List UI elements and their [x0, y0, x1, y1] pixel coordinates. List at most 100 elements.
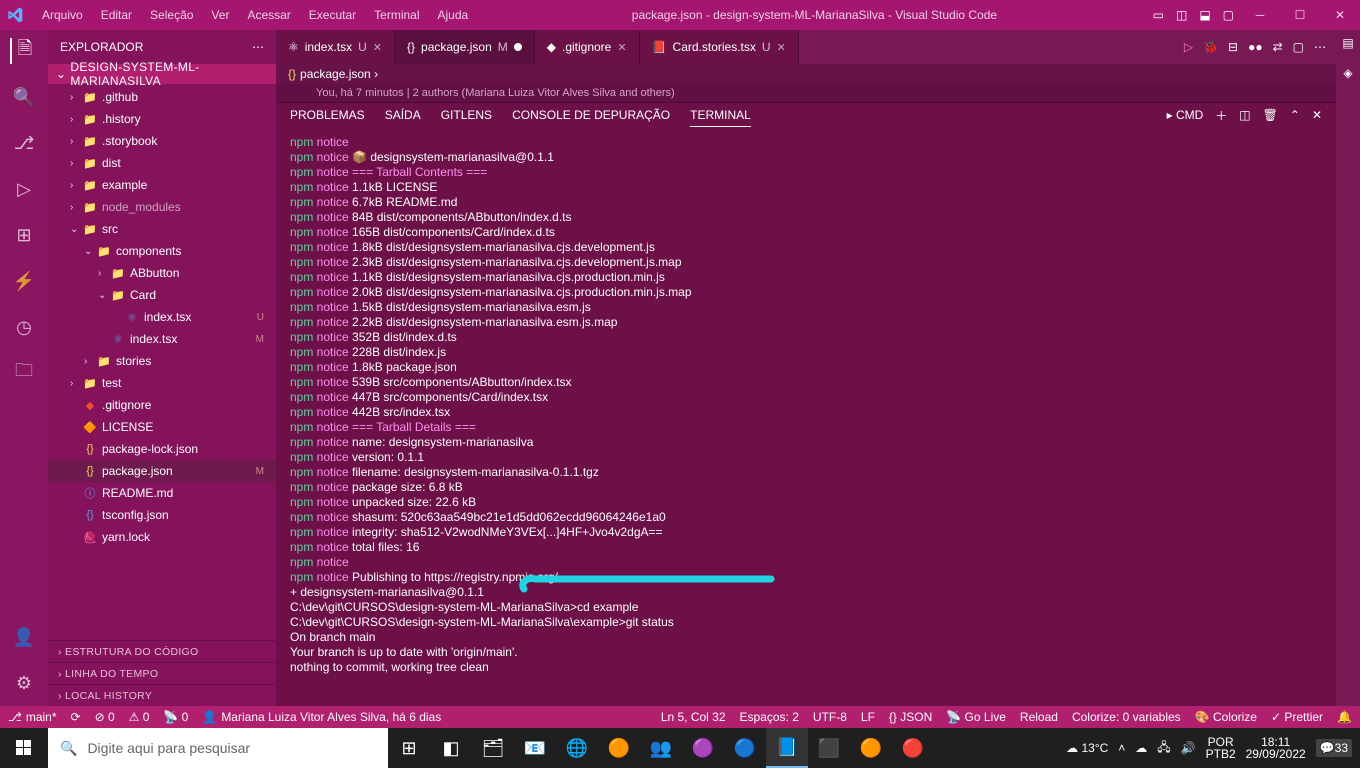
status-lang[interactable]: {} JSON: [889, 710, 932, 724]
tree-item[interactable]: {}tsconfig.json: [48, 504, 276, 526]
more-icon[interactable]: ⋯: [1314, 40, 1326, 54]
source-control-icon[interactable]: ⎇: [11, 130, 37, 156]
folder-icon[interactable]: 🗀: [11, 360, 37, 386]
status-spaces[interactable]: Espaços: 2: [740, 710, 799, 724]
layout-icon[interactable]: ◫: [1176, 8, 1187, 22]
status-branch[interactable]: ⎇ main*: [8, 710, 57, 724]
tree-item[interactable]: ⚛index.tsxU: [48, 306, 276, 328]
menu-editar[interactable]: Editar: [93, 4, 140, 26]
status-colorize2[interactable]: 🎨 Colorize: [1195, 710, 1257, 724]
more-icon[interactable]: ⋯: [252, 40, 264, 54]
editor-tab[interactable]: {}package.jsonM: [395, 30, 535, 64]
status-encoding[interactable]: UTF-8: [813, 710, 847, 724]
tree-item[interactable]: {}package-lock.json: [48, 438, 276, 460]
kill-terminal-icon[interactable]: 🗑: [1263, 108, 1278, 126]
menu-ver[interactable]: Ver: [203, 4, 237, 26]
tree-item[interactable]: ⚛index.tsxM: [48, 328, 276, 350]
sidebar-section[interactable]: › ESTRUTURA DO CÓDIGO: [48, 640, 276, 662]
settings-gear-icon[interactable]: ⚙: [11, 670, 37, 696]
edge-app-icon[interactable]: 🌐: [556, 728, 598, 768]
chrome-app-icon[interactable]: 🔵: [724, 728, 766, 768]
run-debug-icon[interactable]: ▷: [11, 176, 37, 202]
tray-lang[interactable]: PTB2: [1206, 748, 1236, 760]
sidebar-section[interactable]: › LINHA DO TEMPO: [48, 662, 276, 684]
status-eol[interactable]: LF: [861, 710, 875, 724]
new-terminal-icon[interactable]: ＋: [1215, 107, 1227, 128]
tree-item[interactable]: ⌄📁components: [48, 240, 276, 262]
tree-item[interactable]: ›📁.history: [48, 108, 276, 130]
tray-onedrive-icon[interactable]: ☁: [1135, 741, 1147, 755]
extensions-icon[interactable]: ⊞: [11, 222, 37, 248]
debug-icon[interactable]: 🐞: [1203, 40, 1218, 54]
status-golive[interactable]: 📡 Go Live: [946, 710, 1006, 724]
account-icon[interactable]: 👤: [11, 624, 37, 650]
diff-icon[interactable]: ⇄: [1273, 40, 1283, 54]
eclipse-app-icon[interactable]: 🟣: [682, 728, 724, 768]
editor-tab[interactable]: ⚛index.tsxU✕: [276, 30, 395, 64]
toggle-icon[interactable]: ●●: [1248, 40, 1263, 54]
menu-executar[interactable]: Executar: [301, 4, 364, 26]
preview-icon[interactable]: ▢: [1293, 40, 1304, 54]
workspace-root[interactable]: ⌄DESIGN-SYSTEM-ML-MARIANASILVA: [48, 64, 276, 84]
tree-item[interactable]: ›📁example: [48, 174, 276, 196]
panel-tab[interactable]: GITLENS: [441, 108, 492, 126]
layout-icon[interactable]: ▭: [1153, 8, 1164, 22]
taskbar-search[interactable]: 🔍 Digite aqui para pesquisar: [48, 728, 388, 768]
layout-icon[interactable]: ▢: [1223, 8, 1234, 22]
search-icon[interactable]: 🔍: [11, 84, 37, 110]
tray-chevron-icon[interactable]: ˄: [1118, 741, 1125, 755]
tree-item[interactable]: ›📁.github: [48, 86, 276, 108]
start-button[interactable]: [0, 728, 48, 768]
sidebar-section[interactable]: › LOCAL HISTORY: [48, 684, 276, 706]
tray-wifi-icon[interactable]: 🖧: [1157, 738, 1170, 759]
tree-item[interactable]: ⌄📁src: [48, 218, 276, 240]
tree-item[interactable]: ⓘREADME.md: [48, 482, 276, 504]
maximize-panel-icon[interactable]: ⌃: [1290, 108, 1300, 126]
status-reload[interactable]: Reload: [1020, 710, 1058, 724]
explorer-app-icon[interactable]: 🗂: [472, 728, 514, 768]
tree-item[interactable]: ›📁stories: [48, 350, 276, 372]
status-errors[interactable]: ⊘ 0: [95, 710, 115, 724]
maximize-button[interactable]: ☐: [1280, 0, 1320, 30]
vscode-app-icon[interactable]: 📘: [766, 728, 808, 768]
app-icon[interactable]: ◧: [430, 728, 472, 768]
menu-seleção[interactable]: Seleção: [142, 4, 201, 26]
live-share-icon[interactable]: ⚡: [11, 268, 37, 294]
tree-item[interactable]: ›📁test: [48, 372, 276, 394]
panel-tab[interactable]: SAÍDA: [385, 108, 421, 126]
menu-ajuda[interactable]: Ajuda: [430, 4, 477, 26]
tree-item[interactable]: {}package.jsonM: [48, 460, 276, 482]
split-terminal-icon[interactable]: ◫: [1239, 108, 1250, 126]
weather-widget[interactable]: ☁ 13°C: [1066, 741, 1108, 755]
status-bell-icon[interactable]: 🔔: [1337, 710, 1352, 724]
tree-item[interactable]: ◆.gitignore: [48, 394, 276, 416]
tree-item[interactable]: ›📁ABbutton: [48, 262, 276, 284]
close-button[interactable]: ✕: [1320, 0, 1360, 30]
run-icon[interactable]: ▷: [1184, 40, 1193, 54]
editor-tab[interactable]: ◆.gitignore✕: [535, 30, 640, 64]
minimize-button[interactable]: ─: [1240, 0, 1280, 30]
menu-acessar[interactable]: Acessar: [239, 4, 298, 26]
live-preview-icon[interactable]: ◷: [11, 314, 37, 340]
outlook-app-icon[interactable]: 📧: [514, 728, 556, 768]
status-sync[interactable]: ⟳: [71, 710, 81, 724]
tree-item[interactable]: ⌄📁Card: [48, 284, 276, 306]
explorer-icon[interactable]: 🗎: [10, 38, 36, 64]
app-icon[interactable]: 🟠: [850, 728, 892, 768]
close-panel-icon[interactable]: ✕: [1312, 108, 1322, 126]
terminal-output[interactable]: npm noticenpm notice 📦 designsystem-mari…: [276, 131, 1336, 706]
outline-icon[interactable]: ▤: [1342, 36, 1353, 50]
tree-item[interactable]: ›📁.storybook: [48, 130, 276, 152]
editor-tab[interactable]: 📕Card.stories.tsxU✕: [640, 30, 799, 64]
breadcrumb[interactable]: {}package.json ›: [276, 64, 1336, 84]
panel-tab[interactable]: TERMINAL: [690, 108, 751, 127]
status-cursor[interactable]: Ln 5, Col 32: [661, 710, 726, 724]
layout-icon[interactable]: ⬓: [1199, 8, 1210, 22]
status-prettier[interactable]: ✓ Prettier: [1271, 710, 1323, 724]
chrome2-app-icon[interactable]: 🔴: [892, 728, 934, 768]
status-colorize[interactable]: Colorize: 0 variables: [1072, 710, 1181, 724]
tray-notifications[interactable]: 💬33: [1316, 739, 1352, 757]
gitlens-icon[interactable]: ◈: [1343, 66, 1352, 80]
menu-terminal[interactable]: Terminal: [366, 4, 427, 26]
tree-item[interactable]: 🧶yarn.lock: [48, 526, 276, 548]
